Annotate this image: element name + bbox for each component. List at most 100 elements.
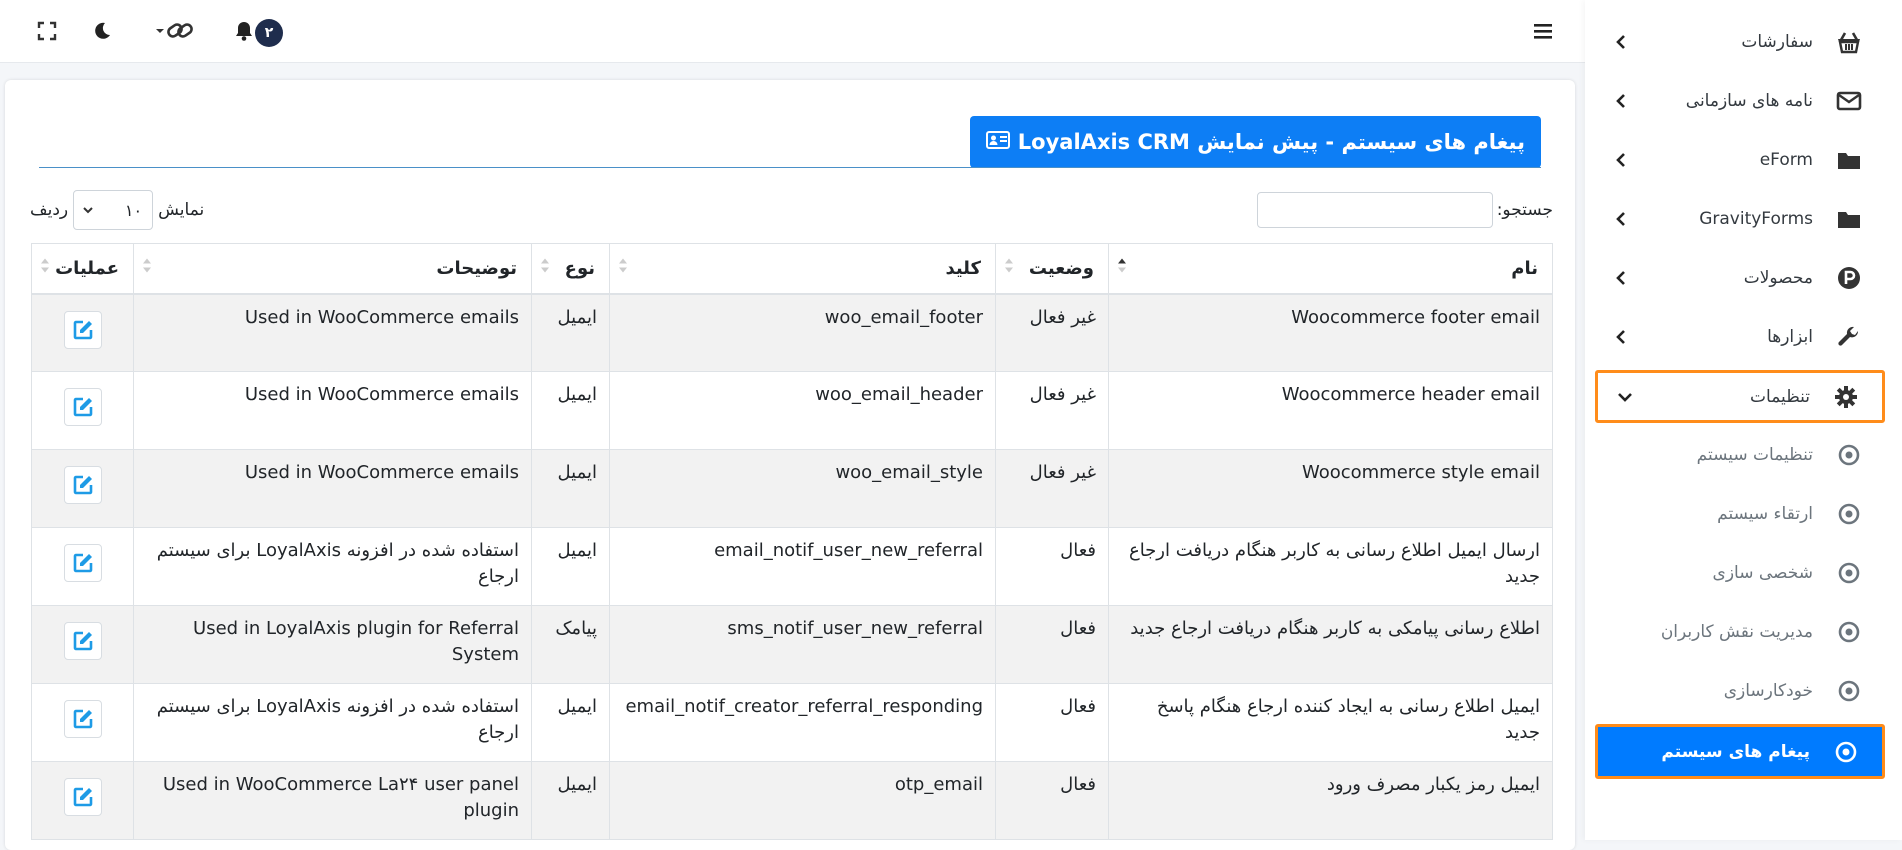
edit-button[interactable] bbox=[63, 388, 102, 426]
sidebar-item-label: پیغام های سیستم bbox=[1661, 741, 1810, 762]
sidebar-item-products[interactable]: محصولات bbox=[1595, 253, 1885, 303]
title-divider bbox=[39, 167, 1541, 168]
edit-button[interactable] bbox=[63, 466, 102, 504]
sidebar-item-label: سفارشات bbox=[1741, 32, 1813, 52]
edit-icon bbox=[73, 397, 92, 417]
sidebar-item-label: تنظیمات سیستم bbox=[1696, 445, 1813, 465]
table-row: ایمیل اطلاع رسانی به ایجاد کننده ارجاع ه… bbox=[31, 683, 1553, 762]
sort-icon bbox=[618, 258, 628, 279]
sidebar-item-eform[interactable]: eForm bbox=[1595, 135, 1885, 185]
product-icon bbox=[1835, 264, 1863, 292]
page-title: پیغام های سیستم - پیش نمایش LoyalAxis CR… bbox=[969, 116, 1541, 168]
cell-name: اطلاع رسانی پیامکی به کاربر هنگام دریافت… bbox=[1108, 605, 1553, 684]
edit-button[interactable] bbox=[63, 700, 102, 738]
sidebar-item-gravityforms[interactable]: GravityForms bbox=[1595, 194, 1885, 244]
column-header-label: نام bbox=[1511, 257, 1538, 279]
sidebar-subitem-personalization[interactable]: شخصی سازی bbox=[1595, 548, 1885, 598]
sidebar-item-label: eForm bbox=[1759, 150, 1813, 170]
cell-description: استفاده شده در افزونه LoyalAxis برای سیس… bbox=[133, 527, 532, 606]
column-header-label: وضعیت bbox=[1028, 257, 1094, 279]
search-input[interactable] bbox=[1256, 192, 1493, 228]
sidebar-item-settings[interactable]: تنظیمات bbox=[1595, 370, 1885, 423]
cell-status: فعال bbox=[995, 761, 1109, 840]
column-header-name[interactable]: نام bbox=[1108, 243, 1553, 295]
sidebar-subitem-automation[interactable]: خودکارسازی bbox=[1595, 666, 1885, 716]
sort-icon bbox=[40, 258, 50, 279]
edit-button[interactable] bbox=[63, 310, 102, 349]
sort-asc-icon bbox=[1117, 258, 1127, 279]
sidebar: سفارشات نامه های سازمانی eForm GravityFo… bbox=[1585, 0, 1902, 840]
folder-icon bbox=[1835, 205, 1863, 233]
edit-icon bbox=[73, 475, 92, 495]
cell-status: فعال bbox=[995, 605, 1109, 684]
cell-status: فعال bbox=[995, 683, 1109, 762]
cell-description: Used in WooCommerce emails bbox=[133, 449, 532, 528]
table-row: Woocommerce style email غیر فعال woo_ema… bbox=[31, 449, 1553, 528]
edit-button[interactable] bbox=[63, 544, 102, 582]
gear-icon bbox=[1832, 383, 1860, 411]
cell-status: غیر فعال bbox=[995, 449, 1109, 528]
circle-dot-icon bbox=[1835, 618, 1863, 646]
cell-status: غیر فعال bbox=[995, 371, 1109, 450]
wrench-icon bbox=[1835, 323, 1863, 351]
column-header-description[interactable]: توضیحات bbox=[133, 243, 532, 295]
column-header-label: عملیات bbox=[55, 257, 119, 279]
circle-dot-icon bbox=[1832, 738, 1860, 766]
circle-dot-icon bbox=[1835, 559, 1863, 587]
sidebar-subitem-system-messages[interactable]: پیغام های سیستم bbox=[1595, 724, 1885, 779]
cell-actions bbox=[31, 683, 134, 762]
edit-icon bbox=[73, 709, 92, 729]
top-navbar: ۲ bbox=[0, 0, 1585, 63]
table-row: ایمیل رمز یکبار مصرف ورود فعال otp_email… bbox=[31, 761, 1553, 840]
sidebar-item-tools[interactable]: ابزارها bbox=[1595, 312, 1885, 362]
edit-icon bbox=[73, 553, 92, 573]
sidebar-item-label: نامه های سازمانی bbox=[1685, 91, 1813, 111]
sidebar-item-label: ابزارها bbox=[1767, 327, 1813, 347]
sidebar-subitem-system-settings[interactable]: تنظیمات سیستم bbox=[1595, 430, 1885, 480]
cell-type: ایمیل bbox=[531, 449, 610, 528]
sort-icon bbox=[1004, 258, 1014, 279]
column-header-type[interactable]: نوع bbox=[531, 243, 610, 295]
cell-actions bbox=[31, 527, 134, 606]
link-dropdown[interactable] bbox=[150, 15, 198, 47]
cell-name: ارسال ایمیل اطلاع رسانی به کاربر هنگام د… bbox=[1108, 527, 1553, 606]
cell-key: woo_email_footer bbox=[609, 293, 996, 372]
length-label-rows: ردیف bbox=[30, 200, 69, 220]
chevron-down-icon bbox=[83, 207, 93, 214]
column-header-label: کلید bbox=[945, 257, 981, 279]
edit-icon bbox=[73, 787, 92, 807]
cell-actions bbox=[31, 605, 134, 684]
cell-name: ایمیل اطلاع رسانی به ایجاد کننده ارجاع ه… bbox=[1108, 683, 1553, 762]
edit-button[interactable] bbox=[63, 622, 102, 660]
sidebar-subitem-system-upgrade[interactable]: ارتقاء سیستم bbox=[1595, 489, 1885, 539]
folder-icon bbox=[1835, 146, 1863, 174]
column-header-status[interactable]: وضعیت bbox=[995, 243, 1109, 295]
sidebar-item-label: شخصی سازی bbox=[1712, 563, 1813, 583]
cell-description: Used in LoyalAxis plugin for Referral Sy… bbox=[133, 605, 532, 684]
edit-icon bbox=[73, 631, 92, 651]
system-messages-table: نام وضعیت کلید نوع توضیحات عملیات Woocom… bbox=[31, 243, 1553, 840]
column-header-key[interactable]: کلید bbox=[609, 243, 996, 295]
page-title-text: پیغام های سیستم - پیش نمایش LoyalAxis CR… bbox=[1017, 130, 1525, 154]
edit-icon bbox=[73, 320, 92, 339]
column-header-actions[interactable]: عملیات bbox=[31, 243, 134, 295]
cell-type: ایمیل bbox=[531, 371, 610, 450]
chevron-left-icon bbox=[1616, 35, 1625, 49]
cell-name: Woocommerce style email bbox=[1108, 449, 1553, 528]
page-length-value: ۱۰ bbox=[124, 200, 143, 220]
sidebar-subitem-user-roles[interactable]: مدیریت نقش کاربران bbox=[1595, 607, 1885, 657]
length-label-show: نمایش bbox=[158, 200, 205, 220]
cell-description: Used in WooCommerce emails bbox=[133, 371, 532, 450]
sidebar-item-orders[interactable]: سفارشات bbox=[1595, 17, 1885, 67]
fullscreen-icon[interactable] bbox=[31, 15, 63, 47]
sidebar-item-letters[interactable]: نامه های سازمانی bbox=[1595, 76, 1885, 126]
page-length-select[interactable]: ۱۰ bbox=[73, 190, 154, 230]
cell-actions bbox=[31, 449, 134, 528]
moon-icon[interactable] bbox=[86, 15, 118, 47]
menu-icon[interactable] bbox=[1527, 15, 1559, 47]
cell-description: Used in WooCommerce emails bbox=[133, 293, 532, 372]
cell-key: email_notif_creator_referral_responding bbox=[609, 683, 996, 762]
cell-type: ایمیل bbox=[531, 761, 610, 840]
chevron-down-icon bbox=[1618, 392, 1632, 402]
edit-button[interactable] bbox=[63, 778, 102, 816]
